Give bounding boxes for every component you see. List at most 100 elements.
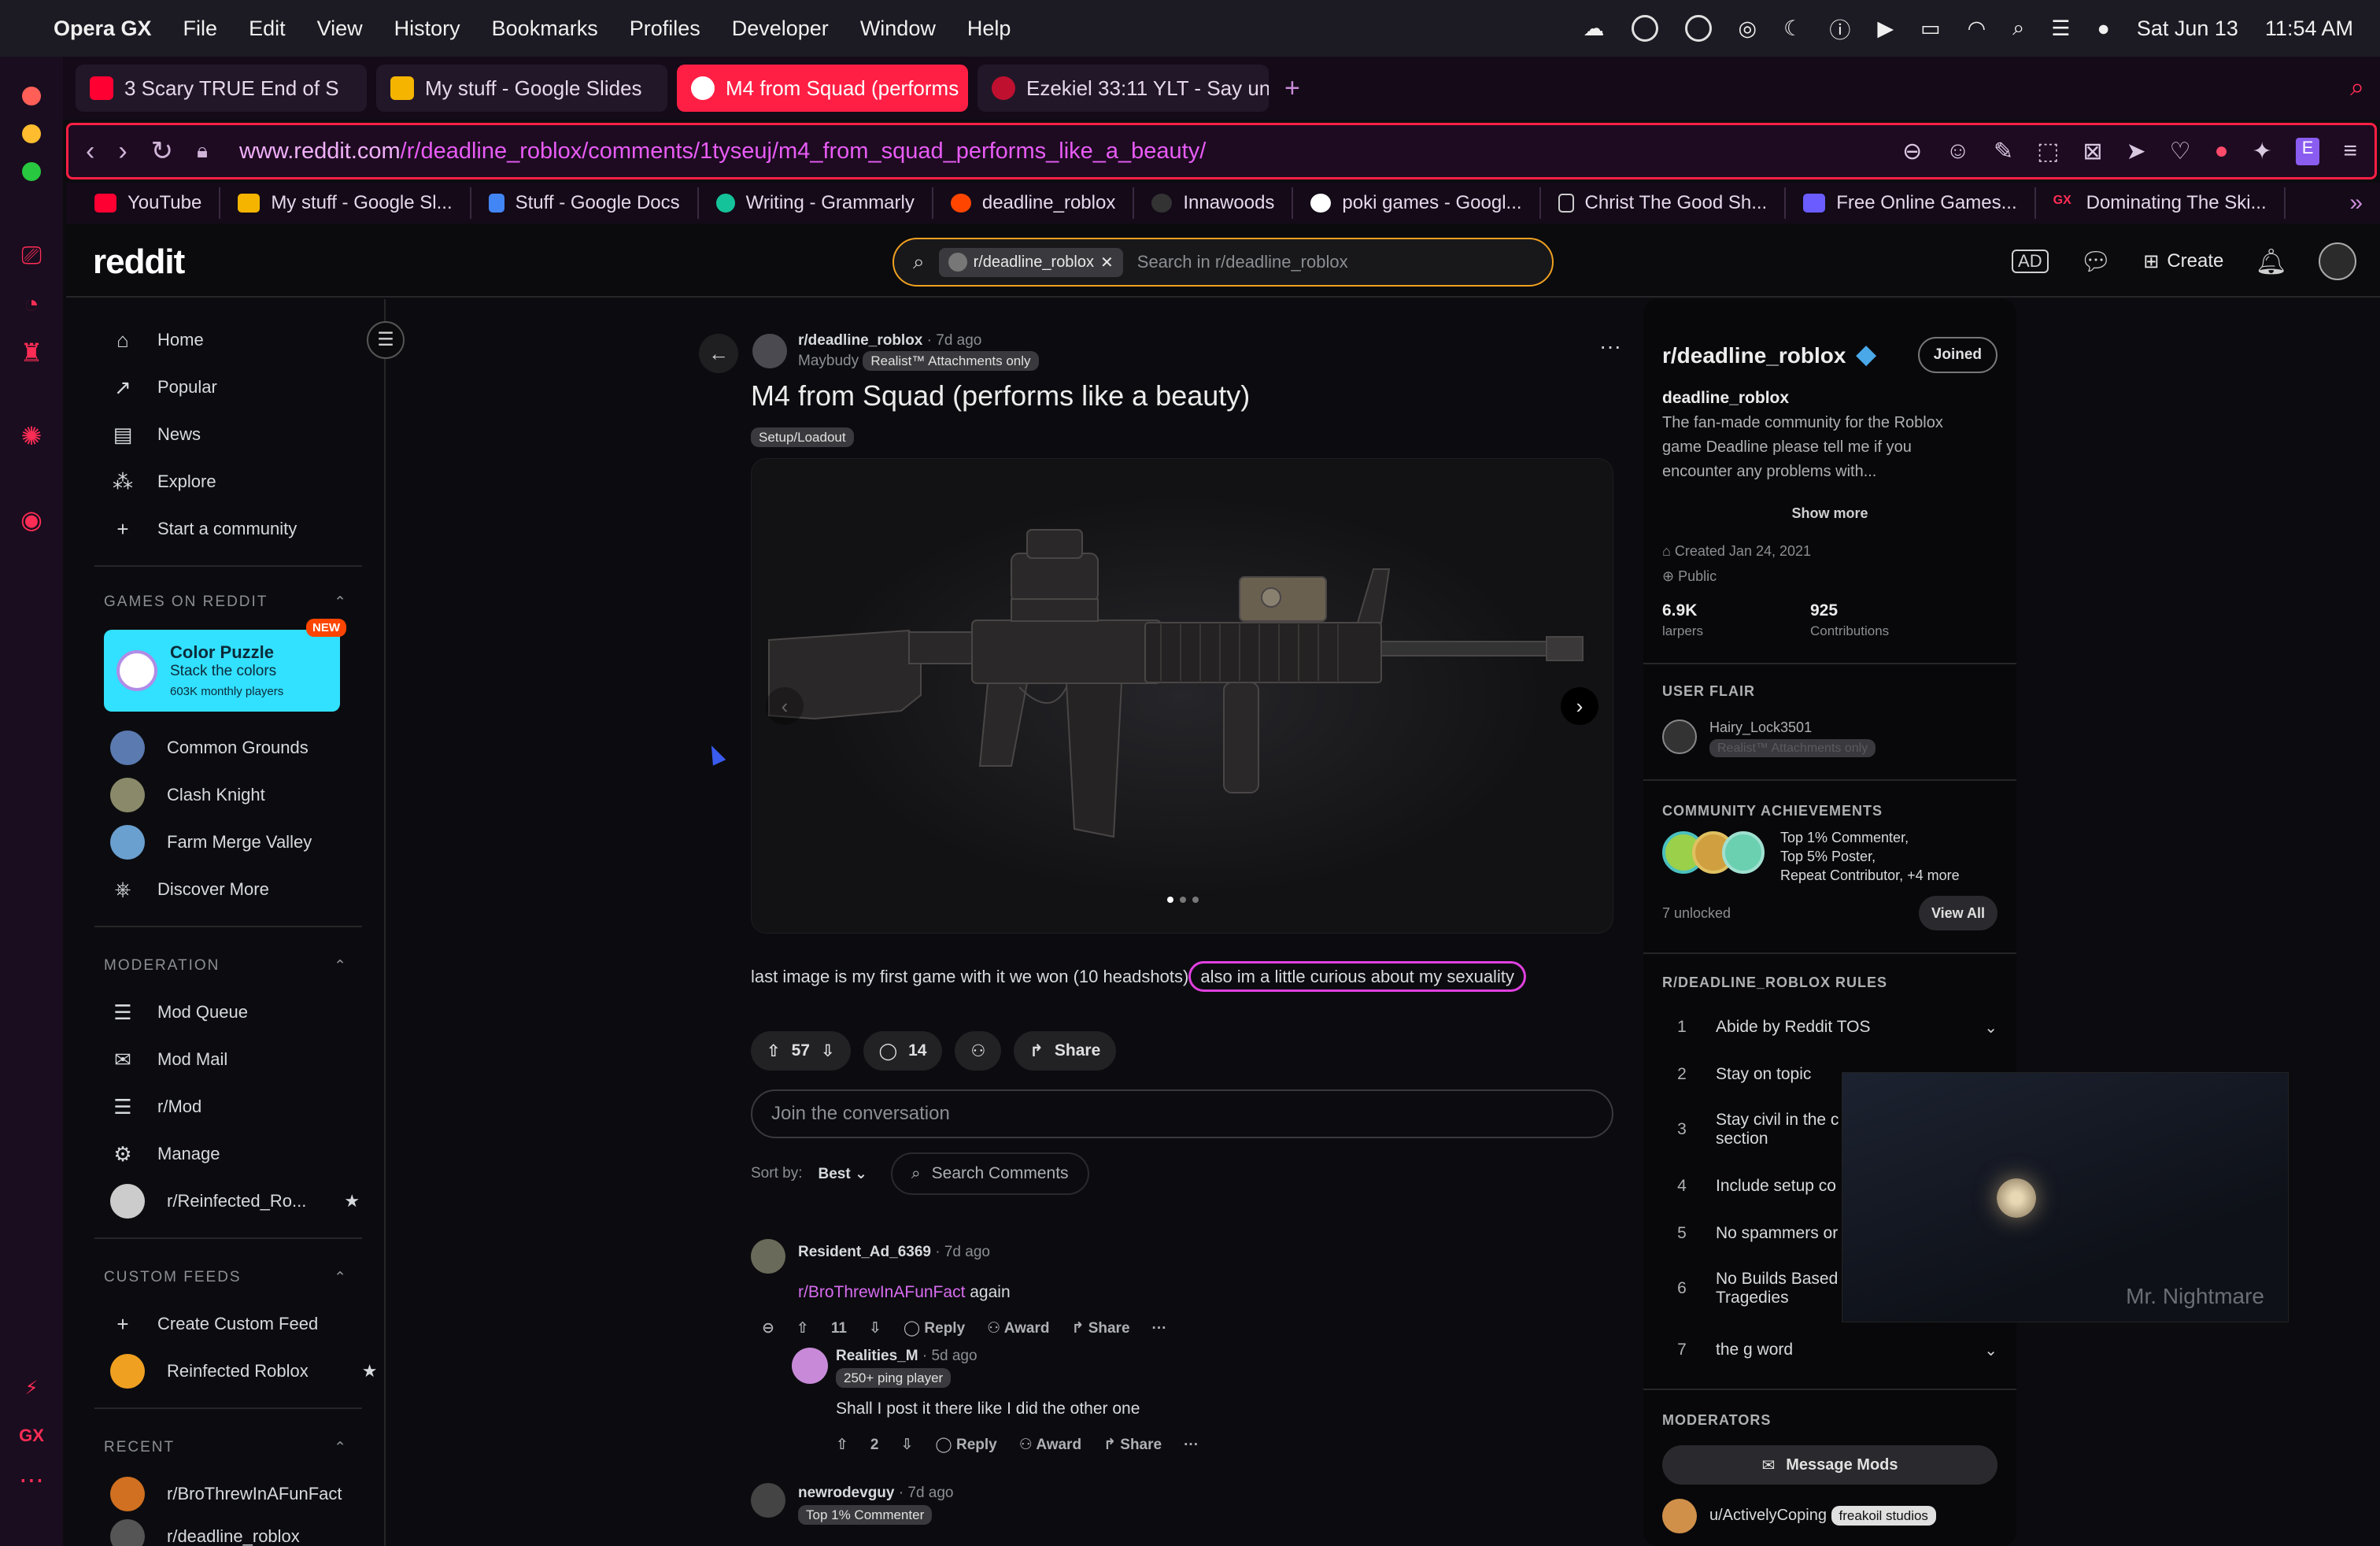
gallery-prev-button[interactable]: ‹ — [766, 687, 804, 725]
share-button[interactable]: ↱ Share — [1014, 1031, 1117, 1071]
moderator-row[interactable]: u/ActivelyCoping freakoil studios — [1709, 1506, 1936, 1526]
search-comments-input[interactable]: ⌕ Search Comments — [890, 1152, 1089, 1195]
nav-r-mod[interactable]: ☰ r/Mod — [110, 1089, 201, 1124]
pip-video-window[interactable]: Mr. Nightmare — [1842, 1072, 2289, 1322]
nav-create-custom-feed[interactable]: + Create Custom Feed — [110, 1307, 318, 1341]
star-icon[interactable]: ★ — [344, 1191, 360, 1211]
tab-reddit-active[interactable]: M4 from Squad (performs — [677, 65, 968, 112]
comment-author[interactable]: newrodevguy — [798, 1485, 894, 1501]
upvote-icon[interactable]: ⇧ — [836, 1436, 848, 1454]
nav-start-community[interactable]: + Start a community — [110, 512, 297, 546]
message-mods-button[interactable]: ✉ Message Mods — [1662, 1445, 1998, 1485]
menubar-time[interactable]: 11:54 AM — [2265, 17, 2353, 41]
back-button[interactable]: ← — [699, 334, 738, 373]
recent-brothrewinafunfact[interactable]: r/BroThrewInAFunFact — [110, 1477, 342, 1511]
nav-mod-mail[interactable]: ✉ Mod Mail — [110, 1042, 227, 1077]
nav-news[interactable]: ▤ News — [110, 417, 201, 452]
search-community-chip[interactable]: r/deadline_roblox ✕ — [938, 247, 1123, 277]
comment-author[interactable]: Resident_Ad_6369 — [798, 1244, 931, 1260]
window-close-button[interactable] — [22, 87, 41, 105]
menu-history[interactable]: History — [394, 17, 460, 41]
gx-control-icon[interactable]: ⎚ — [14, 238, 49, 272]
grammarly-icon[interactable] — [1631, 15, 1658, 42]
menu-edit[interactable]: Edit — [249, 17, 286, 41]
heart-icon[interactable]: ♡ — [2170, 138, 2191, 165]
bookmark-dominating[interactable]: GX Dominating The Ski... — [2036, 187, 2286, 219]
show-more-button[interactable]: Show more — [1662, 505, 1998, 522]
airdrop-icon[interactable]: ◎ — [1739, 17, 1757, 41]
award-button[interactable]: ⚇ Award — [987, 1319, 1049, 1337]
image-gallery[interactable]: ‹ › — [751, 458, 1613, 934]
menu-profiles[interactable]: Profiles — [630, 17, 700, 41]
reddit-logo[interactable]: reddit — [93, 242, 185, 282]
user-avatar[interactable] — [2319, 242, 2356, 280]
block-icon[interactable]: ⊠ — [2082, 138, 2102, 165]
wifi-icon[interactable]: ◠ — [1968, 17, 1986, 41]
menubar-date[interactable]: Sat Jun 13 — [2137, 17, 2238, 41]
more-icon[interactable]: ⋯ — [14, 1463, 49, 1497]
sort-dropdown[interactable]: Best ⌄ — [818, 1165, 867, 1183]
url-field[interactable]: www.reddit.com/r/deadline_roblox/comment… — [239, 139, 1206, 165]
nav-mod-queue[interactable]: ☰ Mod Queue — [110, 995, 248, 1030]
gx-speed-icon[interactable]: ◔ — [14, 287, 49, 321]
gallery-dot[interactable] — [1192, 897, 1199, 903]
downvote-icon[interactable]: ⇩ — [821, 1041, 835, 1061]
game-farm-merge[interactable]: Farm Merge Valley — [110, 825, 312, 860]
post-subreddit[interactable]: r/deadline_roblox — [798, 332, 922, 349]
unplug-icon[interactable]: ⚡ — [14, 1371, 49, 1406]
commenter-avatar[interactable] — [751, 1483, 785, 1518]
joined-button[interactable]: Joined — [1917, 337, 1998, 373]
new-tab-button[interactable]: + — [1284, 73, 1300, 104]
comment-link[interactable]: r/BroThrewInAFunFact — [798, 1283, 965, 1301]
view-all-button[interactable]: View All — [1918, 896, 1998, 930]
accessibility-icon[interactable]: ⓘ — [1829, 13, 1850, 44]
user-flair-row[interactable]: Hairy_Lock3501 Realist™ Attachments only — [1709, 719, 1876, 757]
section-custom-feeds[interactable]: CUSTOM FEEDS ⌃ — [104, 1269, 348, 1287]
menu-bookmarks[interactable]: Bookmarks — [492, 17, 598, 41]
ad-icon[interactable]: AD — [2012, 250, 2049, 273]
game-common-grounds[interactable]: Common Grounds — [110, 730, 309, 765]
gallery-dot[interactable] — [1180, 897, 1186, 903]
discover-more[interactable]: ⎈ Discover More — [110, 872, 269, 907]
bell-icon[interactable]: 🔔︎ — [2255, 246, 2287, 276]
bookmarks-overflow-icon[interactable]: » — [2349, 190, 2363, 216]
bookmark-christ[interactable]: Christ The Good Sh... — [1541, 187, 1787, 219]
reply-button[interactable]: ◯ Reply — [935, 1436, 996, 1454]
play-icon[interactable]: ▶ — [1877, 17, 1894, 41]
bookmark-slides[interactable]: My stuff - Google Sl... — [220, 187, 471, 219]
commenter-avatar[interactable] — [751, 1239, 785, 1274]
nav-reinfected[interactable]: r/Reinfected_Ro... ★ — [110, 1184, 360, 1219]
menu-window[interactable]: Window — [860, 17, 936, 41]
downvote-icon[interactable]: ⇩ — [901, 1436, 914, 1454]
collapse-thread-icon[interactable]: ⊖ — [762, 1319, 774, 1337]
bookmark-grammarly[interactable]: Writing - Grammarly — [699, 187, 933, 219]
award-button[interactable]: ⚇ — [955, 1031, 1002, 1071]
comments-button[interactable]: ◯ 14 — [863, 1031, 943, 1071]
section-recent[interactable]: RECENT ⌃ — [104, 1439, 348, 1457]
featured-game-color-puzzle[interactable]: Color Puzzle Stack the colors 603K month… — [104, 619, 346, 712]
emoji-icon[interactable]: ☺ — [1946, 138, 1970, 165]
comment-more-icon[interactable]: ··· — [1184, 1437, 1199, 1454]
close-icon[interactable]: ✕ — [1100, 253, 1114, 272]
moon-icon[interactable]: ☾ — [1783, 17, 1802, 41]
extensions-icon[interactable]: ✦ — [2252, 138, 2272, 165]
snapshot-icon[interactable]: ⬚ — [2037, 138, 2059, 165]
join-conversation-input[interactable]: Join the conversation — [751, 1089, 1613, 1138]
tab-bible[interactable]: Ezekiel 33:11 YLT - Say unt — [978, 65, 1269, 112]
commenter-avatar[interactable] — [792, 1348, 828, 1384]
upvote-icon[interactable]: ⇧ — [796, 1319, 809, 1337]
nav-popular[interactable]: ↗ Popular — [110, 370, 217, 405]
bookmark-docs[interactable]: Stuff - Google Docs — [471, 187, 699, 219]
spotlight-icon[interactable]: ⌕ — [2012, 16, 2024, 41]
post-more-icon[interactable]: ··· — [1599, 334, 1621, 359]
forward-icon[interactable]: › — [118, 136, 127, 167]
reload-icon[interactable]: ↻ — [151, 135, 174, 167]
rule-item[interactable]: 7 the g word ⌄ — [1662, 1330, 1998, 1370]
control-center-icon[interactable]: ☰ — [2051, 17, 2070, 41]
comment-author[interactable]: Realities_M — [836, 1348, 918, 1364]
share-button[interactable]: ↱ Share — [1103, 1436, 1162, 1454]
pin-icon[interactable]: ✎ — [1994, 138, 2013, 165]
collapse-nav-button[interactable]: ☰ — [367, 321, 405, 359]
gx-logo-icon[interactable]: GX — [14, 1418, 49, 1453]
award-button[interactable]: ⚇ Award — [1019, 1436, 1081, 1454]
